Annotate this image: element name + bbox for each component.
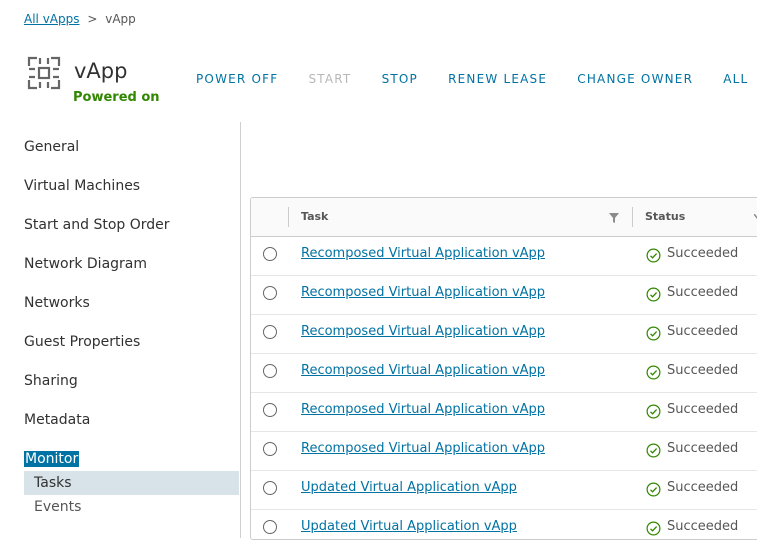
task-link[interactable]: Recomposed Virtual Application vApp xyxy=(301,441,545,456)
sidebar: General Virtual Machines Start and Stop … xyxy=(0,122,241,538)
table-row: Updated Virtual Application vApp Succeed… xyxy=(251,509,757,539)
tasks-grid: Task Status Recomposed Virtual Applicati… xyxy=(250,197,757,540)
sidebar-subitem-events[interactable]: Events xyxy=(24,495,239,519)
column-separator[interactable] xyxy=(288,207,289,227)
task-link[interactable]: Updated Virtual Application vApp xyxy=(301,480,517,495)
breadcrumb-current: vApp xyxy=(105,12,136,26)
status-text: Succeeded xyxy=(667,441,739,456)
table-row: Recomposed Virtual Application vApp Succ… xyxy=(251,431,757,471)
status-text: Succeeded xyxy=(667,246,739,261)
status-text: Succeeded xyxy=(667,402,739,417)
row-select-radio[interactable] xyxy=(263,325,277,339)
renew-lease-button[interactable]: RENEW LEASE xyxy=(448,72,547,86)
sidebar-item-networks[interactable]: Networks xyxy=(24,295,90,311)
task-link[interactable]: Recomposed Virtual Application vApp xyxy=(301,324,545,339)
success-check-icon xyxy=(646,443,661,458)
table-row: Recomposed Virtual Application vApp Succ… xyxy=(251,353,757,393)
success-check-icon xyxy=(646,287,661,302)
table-row: Recomposed Virtual Application vApp Succ… xyxy=(251,314,757,354)
success-check-icon xyxy=(646,404,661,419)
task-link[interactable]: Recomposed Virtual Application vApp xyxy=(301,246,545,261)
breadcrumb-separator: > xyxy=(87,12,98,26)
start-button[interactable]: START xyxy=(308,72,351,86)
column-header-task[interactable]: Task xyxy=(301,198,328,236)
task-link[interactable]: Recomposed Virtual Application vApp xyxy=(301,285,545,300)
row-select-radio[interactable] xyxy=(263,520,277,534)
table-row: Updated Virtual Application vApp Succeed… xyxy=(251,470,757,510)
status-text: Succeeded xyxy=(667,363,739,378)
power-off-button[interactable]: POWER OFF xyxy=(196,72,278,86)
filter-icon[interactable] xyxy=(609,213,619,223)
table-row: Recomposed Virtual Application vApp Succ… xyxy=(251,392,757,432)
status-text: Succeeded xyxy=(667,324,739,339)
vapp-icon xyxy=(27,56,61,90)
action-bar: POWER OFF START STOP RENEW LEASE CHANGE … xyxy=(196,68,757,87)
table-row: Recomposed Virtual Application vApp Succ… xyxy=(251,236,757,276)
success-check-icon xyxy=(646,365,661,380)
success-check-icon xyxy=(646,248,661,263)
status-text: Succeeded xyxy=(667,519,739,534)
success-check-icon xyxy=(646,326,661,341)
grid-header: Task Status xyxy=(251,198,757,237)
page-title: vApp xyxy=(74,59,128,83)
row-select-radio[interactable] xyxy=(263,442,277,456)
sidebar-item-network-diagram[interactable]: Network Diagram xyxy=(24,256,147,272)
task-link[interactable]: Updated Virtual Application vApp xyxy=(301,519,517,534)
status-text: Succeeded xyxy=(667,480,739,495)
success-check-icon xyxy=(646,521,661,536)
table-row: Recomposed Virtual Application vApp Succ… xyxy=(251,275,757,315)
row-select-radio[interactable] xyxy=(263,364,277,378)
stop-button[interactable]: STOP xyxy=(382,72,418,86)
row-select-radio[interactable] xyxy=(263,403,277,417)
status-text: Succeeded xyxy=(667,285,739,300)
power-status: Powered on xyxy=(73,90,160,105)
sidebar-item-start-stop-order[interactable]: Start and Stop Order xyxy=(24,217,170,233)
sidebar-item-metadata[interactable]: Metadata xyxy=(24,412,90,428)
row-select-radio[interactable] xyxy=(263,481,277,495)
sidebar-item-virtual-machines[interactable]: Virtual Machines xyxy=(24,178,140,194)
all-actions-button[interactable]: ALL xyxy=(723,72,748,86)
change-owner-button[interactable]: CHANGE OWNER xyxy=(577,72,693,86)
column-header-status[interactable]: Status xyxy=(645,198,685,236)
sidebar-item-sharing[interactable]: Sharing xyxy=(24,373,78,389)
row-select-radio[interactable] xyxy=(263,247,277,261)
sidebar-item-guest-properties[interactable]: Guest Properties xyxy=(24,334,140,350)
sidebar-item-monitor[interactable]: Monitor xyxy=(24,451,80,467)
success-check-icon xyxy=(646,482,661,497)
row-select-radio[interactable] xyxy=(263,286,277,300)
sidebar-item-general[interactable]: General xyxy=(24,139,79,155)
breadcrumb-all-vapps-link[interactable]: All vApps xyxy=(24,12,80,26)
sidebar-subitem-tasks[interactable]: Tasks xyxy=(24,471,239,495)
column-separator[interactable] xyxy=(632,207,633,227)
task-link[interactable]: Recomposed Virtual Application vApp xyxy=(301,402,545,417)
breadcrumb: All vApps > vApp xyxy=(24,12,136,26)
task-link[interactable]: Recomposed Virtual Application vApp xyxy=(301,363,545,378)
